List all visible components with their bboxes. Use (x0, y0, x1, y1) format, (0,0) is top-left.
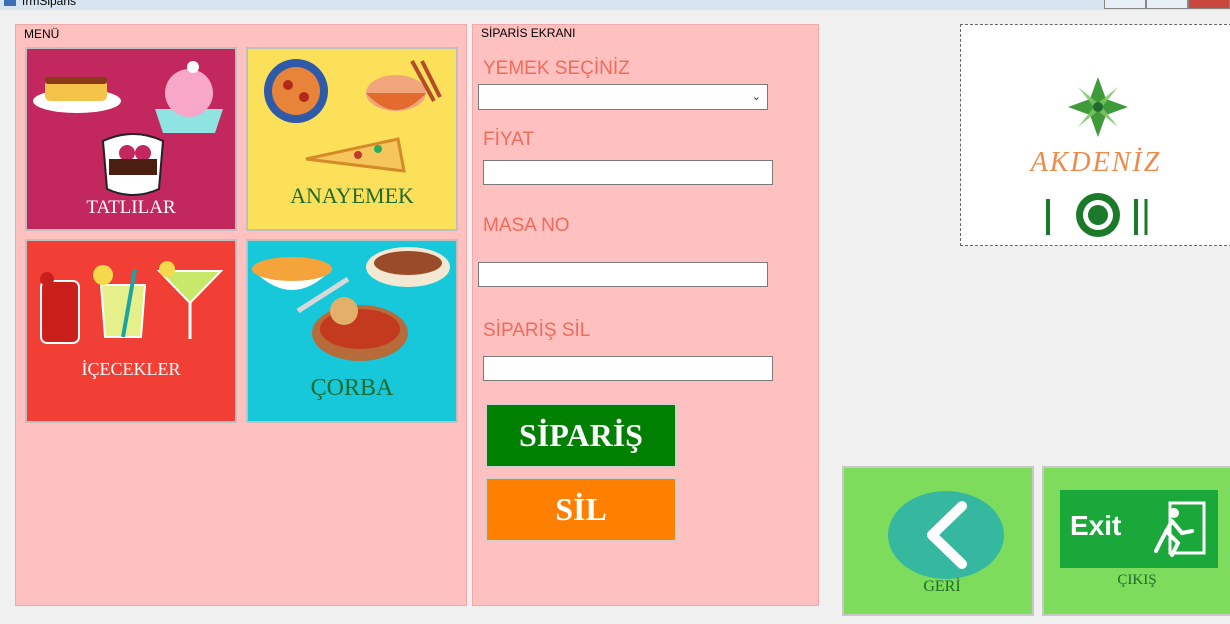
window-titlebar: frmSiparis (0, 0, 1230, 10)
delete-order-label: SİPARİŞ SİL (483, 320, 591, 341)
back-label: GERİ (923, 578, 961, 595)
tile-main-dishes-label: ANAYEMEK (290, 183, 414, 208)
order-groupbox: SİPARİS EKRANI YEMEK SEÇİNİZ ⌄ FİYAT MAS… (472, 24, 819, 606)
exit-label: ÇIKIŞ (1117, 572, 1157, 588)
app-icon (4, 0, 16, 6)
close-button[interactable] (1188, 0, 1230, 9)
table-no-label: MASA NO (483, 215, 570, 236)
food-select[interactable]: ⌄ (478, 84, 768, 110)
tile-soups[interactable]: ÇORBA (246, 239, 458, 423)
tile-main-dishes[interactable]: ANAYEMEK (246, 47, 458, 231)
window-title: frmSiparis (22, 0, 77, 8)
order-button[interactable]: SİPARİŞ (485, 403, 677, 468)
tile-desserts[interactable]: TATLILAR (25, 47, 237, 231)
delete-order-input[interactable] (483, 356, 773, 381)
back-button[interactable]: GERİ (842, 466, 1034, 616)
logo-graphic (1046, 77, 1148, 237)
price-label: FİYAT (483, 129, 535, 150)
maximize-button[interactable] (1146, 0, 1188, 9)
minimize-button[interactable] (1104, 0, 1146, 9)
drinks-illustration (40, 261, 224, 344)
menu-group-label: MENÜ (24, 27, 60, 41)
table-no-input[interactable] (478, 262, 768, 287)
food-label: YEMEK SEÇİNİZ (483, 58, 630, 79)
tile-desserts-label: TATLILAR (86, 197, 176, 218)
logo-text: AKDENİZ (1030, 147, 1162, 178)
tile-drinks[interactable]: İÇECEKLER (25, 239, 237, 423)
exit-button[interactable]: Exit ÇIKIŞ (1042, 466, 1230, 616)
delete-button[interactable]: SİL (485, 477, 677, 542)
restaurant-logo: AKDENİZ (960, 24, 1230, 246)
tile-soups-label: ÇORBA (310, 375, 394, 401)
chevron-down-icon[interactable]: ⌄ (752, 90, 761, 103)
order-group-label: SİPARİS EKRANI (481, 26, 576, 40)
price-input[interactable] (483, 160, 773, 185)
exit-sign-text: Exit (1070, 510, 1122, 541)
tile-drinks-label: İÇECEKLER (81, 359, 181, 379)
menu-groupbox: MENÜ TATLILAR ANAYEMEK İÇECEKLER ÇORBA (15, 24, 467, 606)
exit-sign: Exit (1060, 490, 1218, 568)
running-man-icon (1154, 501, 1206, 557)
